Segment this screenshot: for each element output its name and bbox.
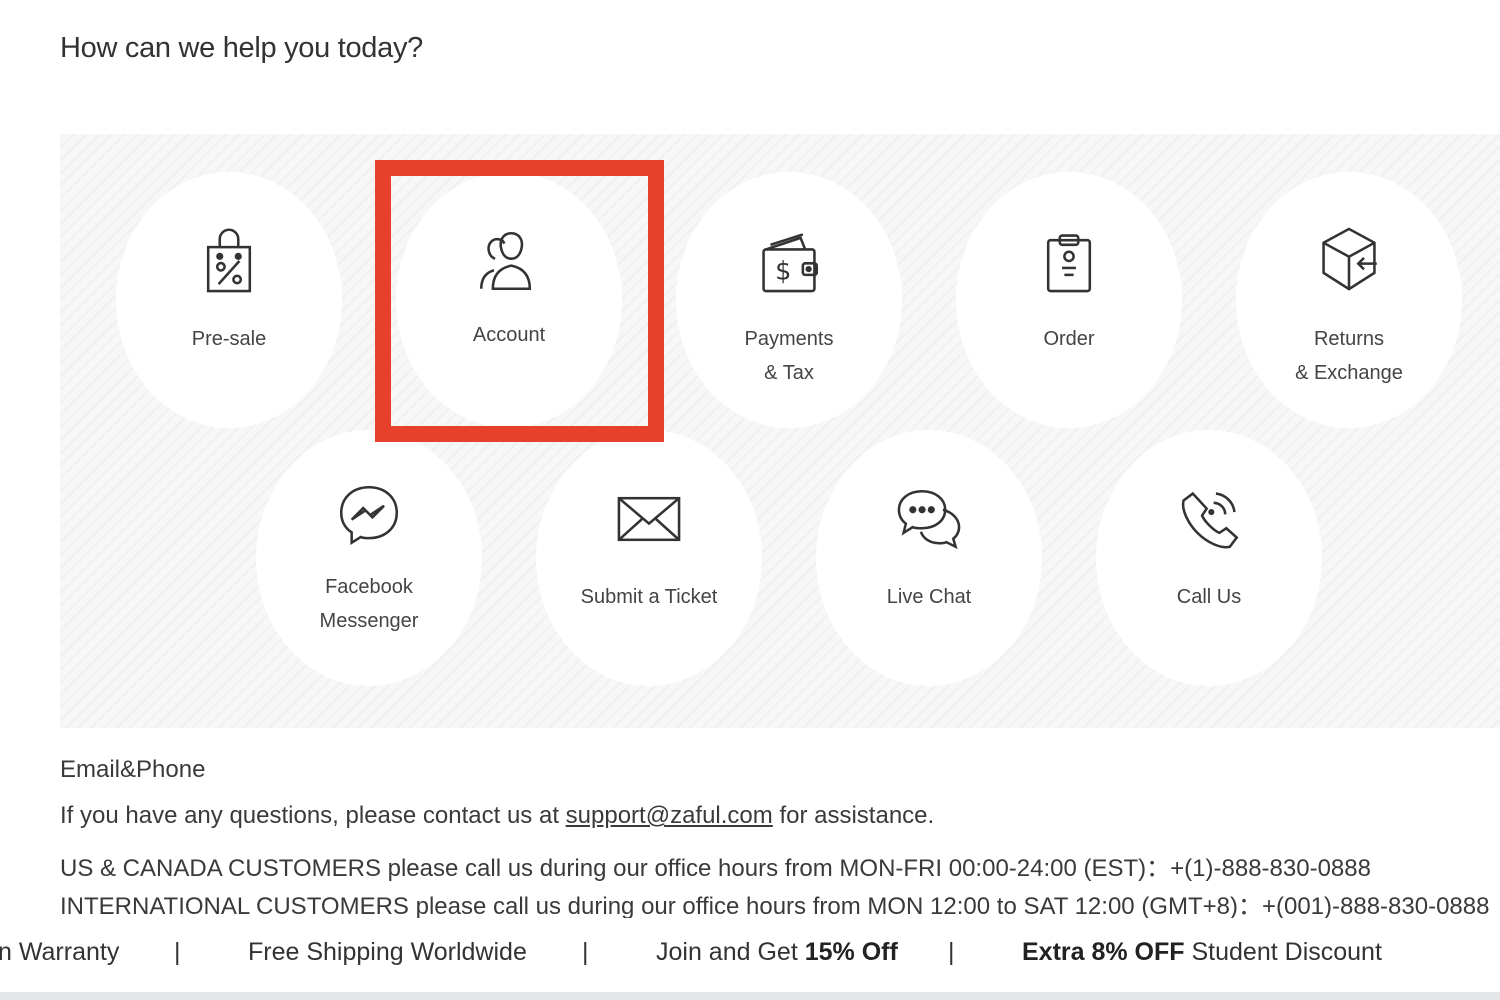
promo-bar: n Warranty | Free Shipping Worldwide | J… [0, 918, 1500, 992]
order-label: Order [1043, 328, 1095, 350]
envelope-icon [612, 482, 686, 556]
promo-free-shipping[interactable]: Free Shipping Worldwide [248, 938, 527, 967]
live-chat-tile[interactable]: Live Chat [816, 430, 1042, 686]
wallet-dollar-icon: $ [752, 224, 826, 298]
box-return-icon [1312, 222, 1386, 296]
presale-label: Pre-sale [191, 328, 267, 350]
payments-label-line1: Payments [744, 328, 834, 350]
contact-question-line: If you have any questions, please contac… [60, 802, 934, 830]
account-users-icon [472, 224, 546, 298]
promo-join-bold: 15% Off [804, 938, 898, 966]
international-hours-line: INTERNATIONAL CUSTOMERS please call us d… [60, 890, 1500, 918]
order-tile[interactable]: Order [956, 172, 1182, 428]
call-us-tile[interactable]: Call Us [1096, 430, 1322, 686]
messenger-label-line2: Messenger [319, 610, 419, 632]
presale-tile[interactable]: Pre-sale [116, 172, 342, 428]
promo-extra-bold: Extra 8% OFF [1022, 938, 1185, 966]
page-title: How can we help you today? [60, 32, 423, 64]
svg-text:$: $ [775, 256, 791, 286]
promo-join-discount[interactable]: Join and Get 15% Off [656, 938, 898, 967]
call-us-label: Call Us [1176, 586, 1242, 608]
account-label: Account [472, 324, 546, 346]
payments-label-line2: & Tax [764, 362, 814, 384]
us-canada-hours-line: US & CANADA CUSTOMERS please call us dur… [60, 855, 1371, 882]
promo-separator: | [948, 938, 955, 966]
clipboard-order-icon [1032, 224, 1106, 298]
returns-tile[interactable]: Returns & Exchange [1236, 172, 1462, 428]
returns-label-line1: Returns [1313, 328, 1385, 350]
payments-tile[interactable]: $ Payments & Tax [676, 172, 902, 428]
email-phone-heading: Email&Phone [60, 756, 206, 783]
promo-separator: | [582, 938, 589, 966]
bottom-strip [0, 992, 1500, 1000]
phone-ringing-icon [1172, 482, 1246, 556]
promo-extra-suffix: Student Discount [1184, 938, 1382, 966]
contact-question-suffix: for assistance. [772, 802, 935, 829]
help-topics-panel: Pre-sale Account $ Payments & Tax Order … [60, 134, 1500, 728]
support-email-link[interactable]: support@zaful.com [566, 802, 773, 829]
promo-join-prefix: Join and Get [656, 938, 805, 966]
contact-question-prefix: If you have any questions, please contac… [60, 802, 566, 829]
submit-ticket-label: Submit a Ticket [580, 586, 718, 608]
account-tile[interactable]: Account [396, 172, 622, 428]
international-hours-text: INTERNATIONAL CUSTOMERS please call us d… [60, 893, 1490, 918]
promo-separator: | [174, 938, 181, 966]
promo-warranty[interactable]: n Warranty [0, 938, 119, 967]
chat-bubbles-icon [892, 482, 966, 556]
promo-student-discount[interactable]: Extra 8% OFF Student Discount [1022, 938, 1382, 967]
shopping-bag-percent-icon [192, 224, 266, 298]
facebook-messenger-icon [332, 478, 406, 552]
live-chat-label: Live Chat [886, 586, 972, 608]
messenger-label-line1: Facebook [325, 576, 413, 598]
messenger-tile[interactable]: Facebook Messenger [256, 430, 482, 686]
returns-label-line2: & Exchange [1295, 362, 1403, 384]
submit-ticket-tile[interactable]: Submit a Ticket [536, 430, 762, 686]
